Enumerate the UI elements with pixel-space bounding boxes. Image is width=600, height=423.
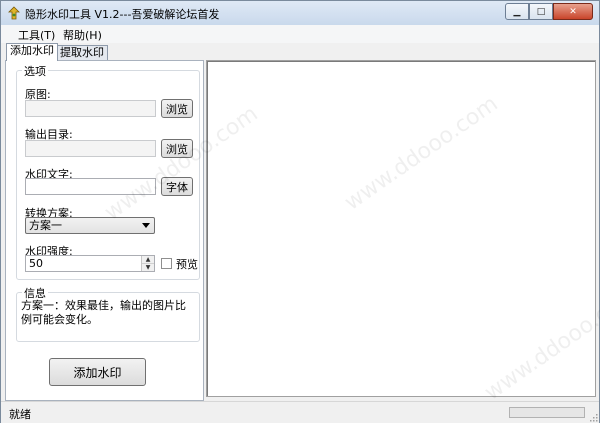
window-title: 隐形水印工具 V1.2---吾爱破解论坛首发 bbox=[25, 8, 220, 21]
info-group: 信息 方案一：效果最佳，输出的图片比例可能会变化。 bbox=[16, 285, 200, 342]
image-preview-area bbox=[206, 60, 596, 397]
strength-stepper[interactable]: 50 ▲ ▼ bbox=[25, 255, 155, 272]
close-button[interactable]: ✕ bbox=[553, 3, 593, 20]
tab-extract-watermark[interactable]: 提取水印 bbox=[56, 45, 108, 60]
output-dir-field[interactable] bbox=[25, 140, 156, 157]
left-panel: 选项 原图: 浏览 输出目录: 浏览 水印文字: 字体 转换方案: 方案一 水印… bbox=[5, 60, 204, 401]
close-icon: ✕ bbox=[569, 6, 577, 17]
add-watermark-button[interactable]: 添加水印 bbox=[49, 358, 146, 386]
progress-bar bbox=[509, 407, 585, 418]
maximize-icon: □ bbox=[536, 6, 546, 17]
browse-output-button[interactable]: 浏览 bbox=[161, 139, 193, 158]
preview-checkbox[interactable] bbox=[161, 258, 172, 269]
main-window: 隐形水印工具 V1.2---吾爱破解论坛首发 ▁ □ ✕ 工具(T) 帮助(H)… bbox=[0, 0, 600, 423]
tab-strip: 添加水印 提取水印 bbox=[1, 43, 599, 61]
scheme-select[interactable]: 方案一 bbox=[25, 217, 155, 234]
minimize-icon: ▁ bbox=[513, 6, 521, 17]
menu-help[interactable]: 帮助(H) bbox=[63, 27, 102, 43]
app-icon bbox=[8, 6, 20, 20]
options-group: 选项 原图: 浏览 输出目录: 浏览 水印文字: 字体 转换方案: 方案一 水印… bbox=[16, 63, 200, 280]
title-bar[interactable]: 隐形水印工具 V1.2---吾爱破解论坛首发 ▁ □ ✕ bbox=[1, 1, 599, 26]
spin-down-icon[interactable]: ▼ bbox=[142, 264, 154, 271]
watermark-text-field[interactable] bbox=[25, 178, 156, 195]
strength-spin-buttons: ▲ ▼ bbox=[141, 256, 154, 271]
browse-original-button[interactable]: 浏览 bbox=[161, 99, 193, 118]
resize-grip-icon[interactable] bbox=[588, 412, 598, 422]
menu-tools[interactable]: 工具(T) bbox=[18, 27, 55, 43]
status-bar: 就绪 bbox=[1, 401, 599, 423]
options-group-label: 选项 bbox=[22, 63, 48, 79]
preview-label: 预览 bbox=[176, 258, 198, 271]
maximize-button[interactable]: □ bbox=[529, 3, 553, 20]
info-text: 方案一：效果最佳，输出的图片比例可能会变化。 bbox=[21, 299, 186, 326]
menu-bar: 工具(T) 帮助(H) bbox=[1, 25, 599, 43]
minimize-button[interactable]: ▁ bbox=[505, 3, 529, 20]
window-controls: ▁ □ ✕ bbox=[505, 3, 593, 21]
scheme-selected-value: 方案一 bbox=[29, 219, 62, 232]
status-text: 就绪 bbox=[9, 408, 31, 421]
strength-value: 50 bbox=[29, 257, 43, 270]
tab-add-watermark[interactable]: 添加水印 bbox=[6, 43, 58, 61]
original-path-field[interactable] bbox=[25, 100, 156, 117]
chevron-down-icon bbox=[142, 223, 150, 228]
font-button[interactable]: 字体 bbox=[161, 177, 193, 196]
